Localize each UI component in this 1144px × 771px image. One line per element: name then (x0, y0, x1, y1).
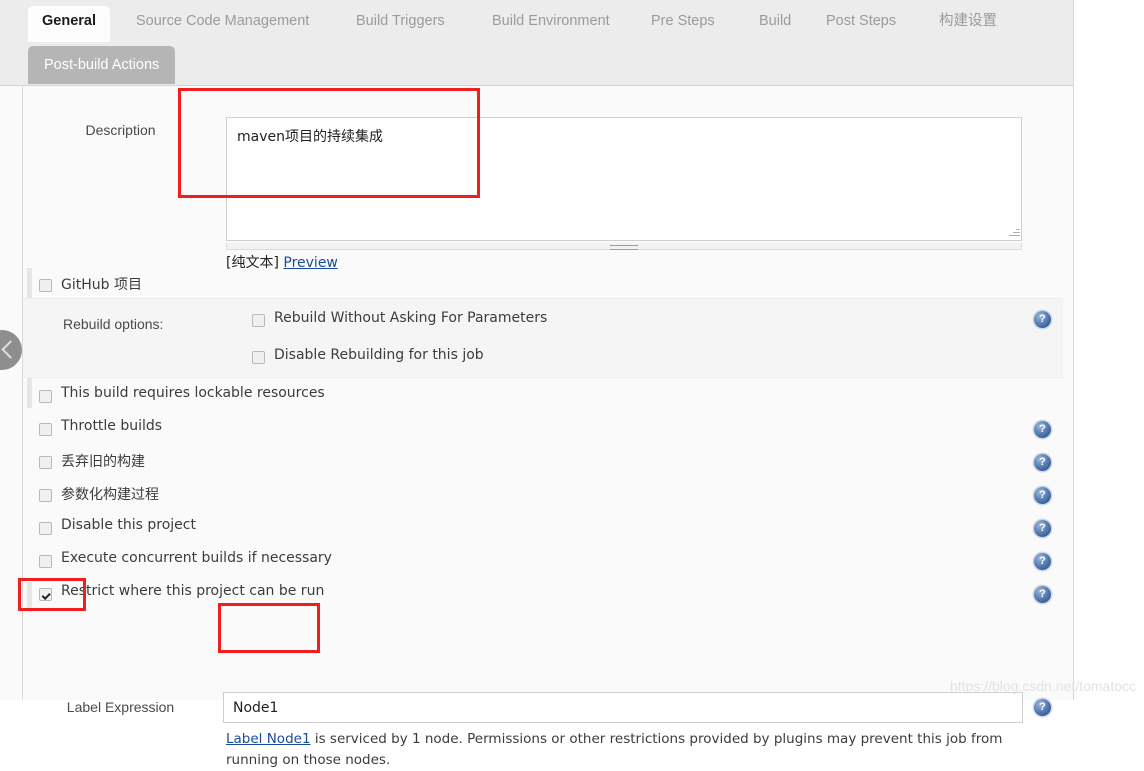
rebuild-option-checkbox[interactable] (252, 314, 265, 327)
preview-link[interactable]: Preview (283, 255, 338, 271)
config-form-body: Description [纯文本] Preview Rebuild option… (0, 86, 1073, 768)
jenkins-job-config-page: General Source Code Management Build Trigg… (0, 0, 1144, 768)
label-expression-help-text: Label Node1 is serviced by 1 node. Permi… (226, 729, 1026, 771)
option-label: GitHub 项目 (61, 277, 142, 293)
option-checkbox[interactable] (39, 489, 52, 502)
option-checkbox[interactable] (39, 522, 52, 535)
option-checkbox[interactable] (39, 555, 52, 568)
option-checkbox[interactable] (39, 279, 52, 292)
tab-label: Pre Steps (651, 13, 715, 29)
tab-pre-steps[interactable]: Pre Steps (637, 6, 729, 42)
site-watermark: https://blog.csdn.net/tomatocc (950, 678, 1136, 694)
tab-[interactable]: 构建设置 (925, 6, 1011, 42)
option-row: 参数化构建过程 (23, 483, 1063, 516)
description-drag-bar[interactable] (226, 243, 1022, 250)
rebuild-options-help-icon[interactable] (1034, 311, 1051, 328)
rebuild-option-checkbox[interactable] (252, 351, 265, 364)
option-checkbox[interactable] (39, 390, 52, 403)
option-help-icon[interactable] (1034, 586, 1051, 603)
description-textarea[interactable] (226, 117, 1022, 241)
option-help-icon[interactable] (1034, 553, 1051, 570)
description-preview-row: [纯文本] Preview (226, 252, 338, 272)
option-help-icon[interactable] (1034, 487, 1051, 504)
tab-build[interactable]: Build (745, 6, 805, 42)
config-form-inner: Description [纯文本] Preview Rebuild option… (22, 86, 1073, 768)
config-tab-bar: General Source Code Management Build Trigg… (0, 0, 1073, 86)
tab-label: Build (759, 13, 792, 29)
option-label: Disable this project (61, 517, 196, 533)
option-checkbox[interactable] (39, 456, 52, 469)
option-row: 丢弃旧的构建 (23, 450, 1063, 483)
option-checkbox[interactable] (39, 588, 52, 601)
option-row: Throttle builds (23, 417, 1063, 450)
tab-label: Source Code Management (136, 13, 310, 29)
rebuild-options-row: Rebuild options: Rebuild Without Asking … (23, 298, 1063, 378)
tab-general[interactable]: General (28, 6, 110, 42)
tab-label: Post Steps (826, 13, 897, 29)
tab-post-build-actions[interactable]: Post-build Actions (28, 46, 176, 84)
description-label: Description (85, 122, 156, 138)
tab-row: General Source Code Management Build Trigg… (0, 0, 1073, 42)
option-help-icon[interactable] (1034, 454, 1051, 471)
tab-label: General (42, 13, 96, 29)
rebuild-option-label: Disable Rebuilding for this job (274, 347, 484, 363)
tab-label: 构建设置 (939, 13, 997, 29)
label-expression-label: Label Expression (66, 699, 175, 715)
plain-text-label: [纯文本] (226, 255, 279, 271)
option-help-icon[interactable] (1034, 421, 1051, 438)
rebuild-option-label: Rebuild Without Asking For Parameters (274, 310, 548, 326)
option-row: Execute concurrent builds if necessary (23, 549, 1063, 582)
option-help-icon[interactable] (1034, 520, 1051, 537)
tab-label: Build Triggers (356, 13, 445, 29)
rebuild-option-row: Disable Rebuilding for this job (23, 345, 1063, 378)
label-node-link[interactable]: Label Node1 (226, 731, 311, 747)
label-expression-help-icon[interactable] (1034, 699, 1051, 716)
label-expression-input[interactable] (223, 692, 1023, 723)
rebuild-option-row: Rebuild Without Asking For Parameters (23, 308, 1063, 341)
tab-build-triggers[interactable]: Build Triggers (342, 6, 459, 42)
tab-post-steps[interactable]: Post Steps (812, 6, 910, 42)
option-label: This build requires lockable resources (61, 385, 325, 401)
option-label: Restrict where this project can be run (61, 583, 325, 599)
tab-source-code-management[interactable]: Source Code Management (122, 6, 323, 42)
tab-post-build-actions-label: Post-build Actions (44, 57, 160, 73)
label-node-help-rest: is serviced by 1 node. Permissions or ot… (226, 731, 1003, 768)
option-row: Disable this project (23, 516, 1063, 549)
option-row: Restrict where this project can be run (23, 582, 1063, 615)
tab-label: Build Environment (492, 13, 610, 29)
option-label: 丢弃旧的构建 (61, 454, 145, 470)
option-label: Execute concurrent builds if necessary (61, 550, 332, 566)
content-right-divider (1073, 0, 1074, 700)
option-row: This build requires lockable resources (23, 384, 1063, 417)
tab-build-environment[interactable]: Build Environment (478, 6, 624, 42)
option-label: 参数化构建过程 (61, 487, 159, 503)
option-checkbox[interactable] (39, 423, 52, 436)
option-row: GitHub 项目 (23, 273, 1063, 306)
option-label: Throttle builds (61, 418, 163, 434)
description-row: Description [纯文本] Preview (23, 106, 1063, 271)
